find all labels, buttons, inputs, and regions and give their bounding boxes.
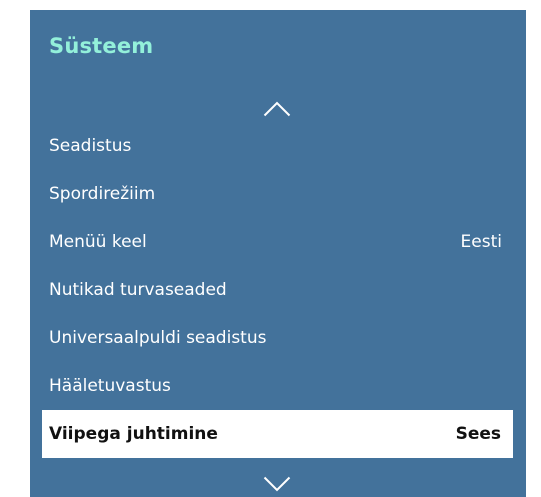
menu-item-haaletuvastus[interactable]: Hääletuvastus — [30, 362, 526, 410]
menu-item-viipega-juhtimine[interactable]: Viipega juhtimine Sees — [42, 410, 513, 458]
menu-item-universaalpuldi-seadistus[interactable]: Universaalpuldi seadistus — [30, 314, 526, 362]
chevron-up-icon[interactable] — [263, 101, 291, 117]
menu-item-label: Nutikad turvaseaded — [49, 280, 227, 300]
panel-title: Süsteem — [49, 34, 154, 58]
menu-item-label: Menüü keel — [49, 232, 147, 252]
menu-item-label: Seadistus — [49, 136, 132, 156]
settings-menu: Seadistus Spordirežiim Menüü keel Eesti … — [30, 122, 526, 458]
menu-item-menuu-keel[interactable]: Menüü keel Eesti — [30, 218, 526, 266]
menu-item-label: Viipega juhtimine — [49, 424, 218, 444]
menu-item-seadistus[interactable]: Seadistus — [30, 122, 526, 170]
menu-item-label: Hääletuvastus — [49, 376, 171, 396]
menu-item-label: Spordirežiim — [49, 184, 156, 204]
menu-item-spordireziim[interactable]: Spordirežiim — [30, 170, 526, 218]
menu-item-nutikad-turvaseaded[interactable]: Nutikad turvaseaded — [30, 266, 526, 314]
menu-status-value: Sees — [455, 424, 501, 444]
system-menu-panel: Süsteem Seadistus Spordirežiim Menüü kee… — [30, 10, 526, 497]
chevron-down-icon[interactable] — [263, 476, 291, 492]
menu-language-value: Eesti — [460, 232, 502, 252]
menu-item-label: Universaalpuldi seadistus — [49, 328, 267, 348]
